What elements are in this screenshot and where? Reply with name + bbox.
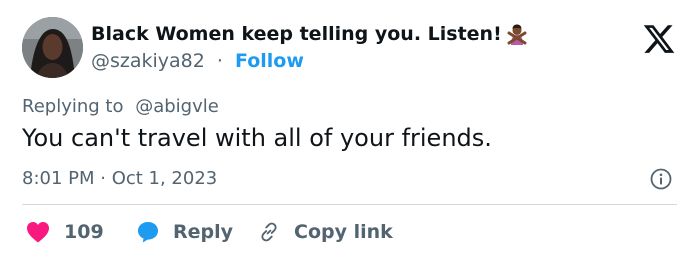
reply-button[interactable]: Reply (136, 220, 258, 244)
tweet-text: You can't travel with all of your friend… (22, 124, 492, 152)
reply-label: Reply (173, 221, 234, 243)
author-display-name[interactable]: Black Women keep telling you. Listen! (91, 23, 528, 45)
heart-icon (27, 222, 49, 243)
like-button[interactable]: 109 (26, 221, 136, 243)
link-icon (261, 222, 277, 242)
replying-to-prefix: Replying to (22, 96, 124, 117)
replying-to-mention[interactable]: @abigvle (135, 96, 219, 117)
person-gesturing-no-emoji-icon (506, 23, 528, 45)
reply-bubble-icon (138, 222, 158, 243)
like-count: 109 (64, 221, 104, 243)
tweet-timestamp[interactable]: 8:01 PM · Oct 1, 2023 (22, 168, 217, 189)
author-name-text: Black Women keep telling you. Listen! (91, 23, 502, 45)
handle-separator: · (216, 50, 223, 72)
divider (22, 204, 677, 205)
info-icon[interactable] (650, 168, 672, 190)
follow-button[interactable]: Follow (235, 50, 304, 72)
copy-link-label: Copy link (294, 221, 393, 243)
replying-to-line: Replying to @abigvle (22, 96, 219, 117)
x-logo-icon[interactable] (642, 22, 676, 56)
copy-link-button[interactable]: Copy link (258, 221, 393, 243)
action-bar: 109 Reply Copy link (26, 219, 393, 245)
author-handle[interactable]: @szakiya82 (91, 50, 205, 72)
author-handle-row: @szakiya82 · Follow (91, 50, 304, 72)
avatar[interactable] (22, 17, 83, 78)
avatar-photo (22, 17, 83, 78)
